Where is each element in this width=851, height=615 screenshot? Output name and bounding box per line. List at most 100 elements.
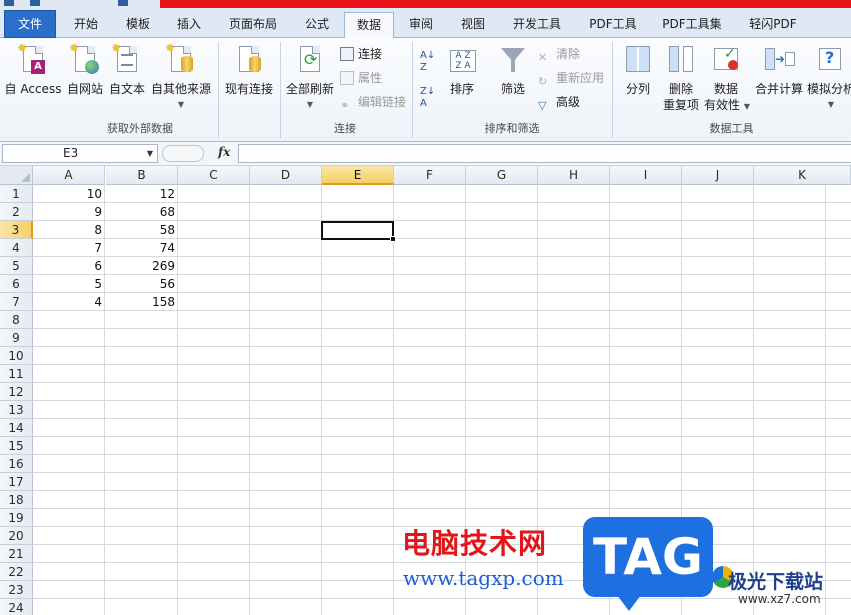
- column-header-c[interactable]: C: [178, 166, 250, 185]
- column-header-f[interactable]: F: [394, 166, 466, 185]
- cell-b5[interactable]: 269: [106, 257, 178, 275]
- row-header-19[interactable]: 19: [0, 509, 33, 527]
- tab-review[interactable]: 审阅: [398, 12, 444, 38]
- row-header-7[interactable]: 7: [0, 293, 33, 311]
- reapply-icon: ↻: [538, 75, 548, 88]
- connections-button[interactable]: 连接: [340, 44, 382, 64]
- column-header-h[interactable]: H: [538, 166, 610, 185]
- column-header-e[interactable]: E: [322, 166, 394, 185]
- row-header-1[interactable]: 1: [0, 185, 33, 203]
- from-access-button[interactable]: ✸ A 自 Access: [2, 42, 64, 96]
- reapply-button[interactable]: ↻ 重新应用: [538, 68, 604, 88]
- tab-pdf-tools[interactable]: PDF工具: [578, 12, 648, 38]
- column-header-i[interactable]: I: [610, 166, 682, 185]
- row-header-14[interactable]: 14: [0, 419, 33, 437]
- formula-bar-resize-handle[interactable]: [162, 145, 204, 162]
- row-header-13[interactable]: 13: [0, 401, 33, 419]
- row-header-18[interactable]: 18: [0, 491, 33, 509]
- insert-function-icon[interactable]: fx: [218, 145, 230, 159]
- column-header-j[interactable]: J: [682, 166, 754, 185]
- cell-b7[interactable]: 158: [106, 293, 178, 311]
- from-other-sources-button[interactable]: ✸ 自其他来源 ▼: [148, 42, 214, 110]
- cell-a7[interactable]: 4: [33, 293, 105, 311]
- formula-input[interactable]: [238, 144, 851, 163]
- data-validation-button[interactable]: ✓ 数据 有效性 ▼: [704, 42, 750, 114]
- fill-handle[interactable]: [390, 236, 396, 242]
- column-header-k[interactable]: K: [754, 166, 851, 185]
- row-header-23[interactable]: 23: [0, 581, 33, 599]
- row-header-24[interactable]: 24: [0, 599, 33, 615]
- tab-templates[interactable]: 模板: [114, 12, 162, 38]
- tab-page-layout[interactable]: 页面布局: [218, 12, 288, 38]
- filter-button[interactable]: 筛选: [494, 42, 532, 96]
- sort-za-button[interactable]: Z↓ A: [420, 86, 442, 110]
- column-header-d[interactable]: D: [250, 166, 322, 185]
- advanced-filter-button[interactable]: ▽ 高级: [538, 92, 580, 112]
- active-cell-e3[interactable]: [321, 221, 396, 242]
- tab-insert[interactable]: 插入: [166, 12, 212, 38]
- clear-filter-button[interactable]: ✕ 清除: [538, 44, 580, 64]
- row-header-16[interactable]: 16: [0, 455, 33, 473]
- refresh-all-button[interactable]: ⟳ 全部刷新 ▼: [284, 42, 336, 110]
- row-header-8[interactable]: 8: [0, 311, 33, 329]
- sort-button[interactable]: A ZZ A 排序: [444, 42, 480, 96]
- tab-data[interactable]: 数据: [344, 12, 394, 39]
- properties-button[interactable]: 属性: [340, 68, 382, 88]
- tab-formulas[interactable]: 公式: [294, 12, 340, 38]
- cell-b2[interactable]: 68: [106, 203, 178, 221]
- cell-b4[interactable]: 74: [106, 239, 178, 257]
- chevron-down-icon: ▼: [743, 102, 750, 111]
- gridline-horizontal: [33, 346, 851, 347]
- tab-view[interactable]: 视图: [450, 12, 496, 38]
- tab-home[interactable]: 开始: [62, 12, 110, 38]
- tab-pdf-toolset[interactable]: PDF工具集: [652, 12, 732, 38]
- cell-a6[interactable]: 5: [33, 275, 105, 293]
- from-text-button[interactable]: ✸ 自文本: [106, 42, 148, 96]
- tab-qingshan-pdf[interactable]: 轻闪PDF: [738, 12, 808, 38]
- row-header-15[interactable]: 15: [0, 437, 33, 455]
- watermark-chinese: 电脑技术网: [402, 527, 548, 560]
- select-all-button[interactable]: [0, 166, 33, 185]
- cell-a1[interactable]: 10: [33, 185, 105, 203]
- column-header-a[interactable]: A: [33, 166, 105, 185]
- row-header-3[interactable]: 3: [0, 221, 33, 239]
- row-header-2[interactable]: 2: [0, 203, 33, 221]
- row-header-21[interactable]: 21: [0, 545, 33, 563]
- customize-icon[interactable]: [118, 0, 128, 6]
- row-header-20[interactable]: 20: [0, 527, 33, 545]
- cell-b6[interactable]: 56: [106, 275, 178, 293]
- column-header-g[interactable]: G: [466, 166, 538, 185]
- chevron-down-icon[interactable]: ▼: [147, 145, 153, 162]
- row-header-9[interactable]: 9: [0, 329, 33, 347]
- quick-access-icon[interactable]: [4, 0, 14, 6]
- cell-a5[interactable]: 6: [33, 257, 105, 275]
- cell-a2[interactable]: 9: [33, 203, 105, 221]
- what-if-analysis-button[interactable]: ? 模拟分析 ▼: [806, 42, 851, 110]
- row-header-22[interactable]: 22: [0, 563, 33, 581]
- cell-b3[interactable]: 58: [106, 221, 178, 239]
- undo-icon[interactable]: [30, 0, 40, 6]
- sort-az-button[interactable]: A↓ Z: [420, 50, 442, 74]
- properties-icon: [340, 71, 354, 85]
- text-to-columns-button[interactable]: 分列: [618, 42, 658, 96]
- row-header-4[interactable]: 4: [0, 239, 33, 257]
- row-header-11[interactable]: 11: [0, 365, 33, 383]
- row-header-12[interactable]: 12: [0, 383, 33, 401]
- row-header-5[interactable]: 5: [0, 257, 33, 275]
- consolidate-button[interactable]: ➜ 合并计算: [752, 42, 806, 96]
- cell-a3[interactable]: 8: [33, 221, 105, 239]
- row-header-6[interactable]: 6: [0, 275, 33, 293]
- name-box[interactable]: E3 ▼: [2, 144, 158, 163]
- from-web-button[interactable]: ✸ 自网站: [64, 42, 106, 96]
- cell-b1[interactable]: 12: [106, 185, 178, 203]
- row-header-10[interactable]: 10: [0, 347, 33, 365]
- edit-links-button[interactable]: ⚭ 编辑链接: [340, 92, 406, 112]
- tab-file[interactable]: 文件: [4, 10, 56, 38]
- sort-ascending-icon: A↓ Z: [420, 50, 436, 73]
- tab-developer[interactable]: 开发工具: [502, 12, 572, 38]
- existing-connections-button[interactable]: 现有连接: [222, 42, 276, 96]
- cell-a4[interactable]: 7: [33, 239, 105, 257]
- row-header-17[interactable]: 17: [0, 473, 33, 491]
- remove-duplicates-button[interactable]: 删除 重复项: [660, 42, 702, 112]
- column-header-b[interactable]: B: [106, 166, 178, 185]
